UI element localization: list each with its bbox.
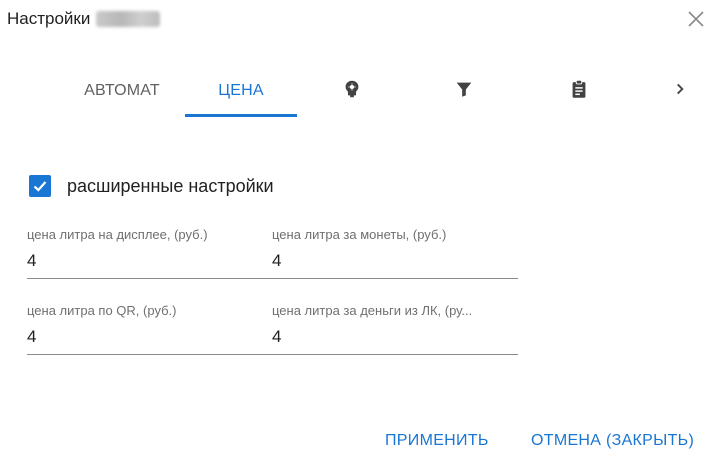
tab-avtomat-label: АВТОМАТ — [84, 82, 160, 99]
price-account-field[interactable]: цена литра за деньги из ЛК, (ру... 4 — [272, 303, 518, 355]
tab-avtomat[interactable]: АВТОМАТ — [60, 64, 184, 118]
price-account-underline — [272, 354, 518, 355]
tab-scroll-right[interactable] — [666, 64, 694, 118]
price-display-input[interactable]: 4 — [27, 250, 273, 272]
dialog-title: Настройки — [7, 9, 161, 29]
chevron-right-icon — [669, 78, 691, 105]
tab-bar: АВТОМАТ ЦЕНА — [0, 64, 711, 120]
price-qr-underline — [27, 354, 273, 355]
price-display-underline — [27, 278, 273, 279]
price-coins-label: цена литра за монеты, (руб.) — [272, 227, 447, 242]
advanced-settings-checkbox[interactable]: расширенные настройки — [29, 175, 274, 197]
settings-bulb-icon — [341, 78, 363, 105]
redacted-device-id — [96, 11, 161, 27]
apply-button[interactable]: ПРИМЕНИТЬ — [385, 432, 489, 450]
active-tab-indicator — [185, 114, 297, 117]
price-account-label: цена литра за деньги из ЛК, (ру... — [272, 303, 473, 318]
price-coins-field[interactable]: цена литра за монеты, (руб.) 4 — [272, 227, 518, 279]
price-qr-field[interactable]: цена литра по QR, (руб.) 4 — [27, 303, 273, 355]
checkbox-checked-icon — [29, 175, 51, 197]
tab-clipboard[interactable] — [557, 64, 601, 118]
price-account-input[interactable]: 4 — [272, 326, 518, 348]
clipboard-icon — [568, 78, 590, 105]
price-qr-input[interactable]: 4 — [27, 326, 273, 348]
price-qr-label: цена литра по QR, (руб.) — [27, 303, 177, 318]
price-display-field[interactable]: цена литра на дисплее, (руб.) 4 — [27, 227, 273, 279]
tab-price-label: ЦЕНА — [218, 82, 264, 99]
cancel-close-button[interactable]: ОТМЕНА (ЗАКРЫТЬ) — [531, 432, 694, 450]
tab-filter[interactable] — [442, 64, 486, 118]
close-icon[interactable] — [686, 9, 706, 29]
price-display-label: цена литра на дисплее, (руб.) — [27, 227, 208, 242]
filter-icon — [453, 78, 475, 105]
price-coins-underline — [272, 278, 518, 279]
tab-price[interactable]: ЦЕНА — [185, 64, 297, 118]
tab-settings-bulb[interactable] — [330, 64, 374, 118]
advanced-settings-label: расширенные настройки — [67, 175, 274, 196]
dialog-title-text: Настройки — [7, 9, 91, 28]
price-coins-input[interactable]: 4 — [272, 250, 518, 272]
